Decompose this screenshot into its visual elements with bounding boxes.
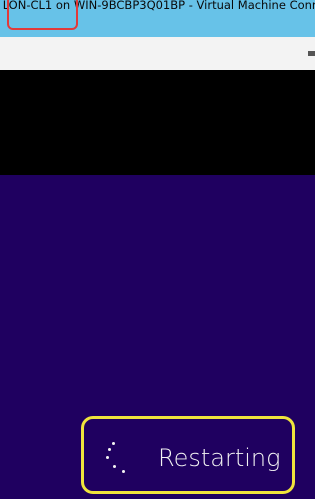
loading-dots-icon bbox=[98, 440, 132, 474]
window-title-bar[interactable]: C LON-CL1 on WIN-9BCBP3Q01BP - Virtual M… bbox=[0, 0, 315, 37]
top-black-band bbox=[0, 70, 315, 175]
vm-connection-window: C LON-CL1 on WIN-9BCBP3Q01BP - Virtual M… bbox=[0, 0, 315, 499]
toolbar-area bbox=[0, 37, 315, 71]
vm-name-highlight-box bbox=[7, 0, 78, 30]
resize-handle[interactable] bbox=[308, 51, 315, 56]
restart-status-text: Restarting bbox=[158, 444, 281, 472]
